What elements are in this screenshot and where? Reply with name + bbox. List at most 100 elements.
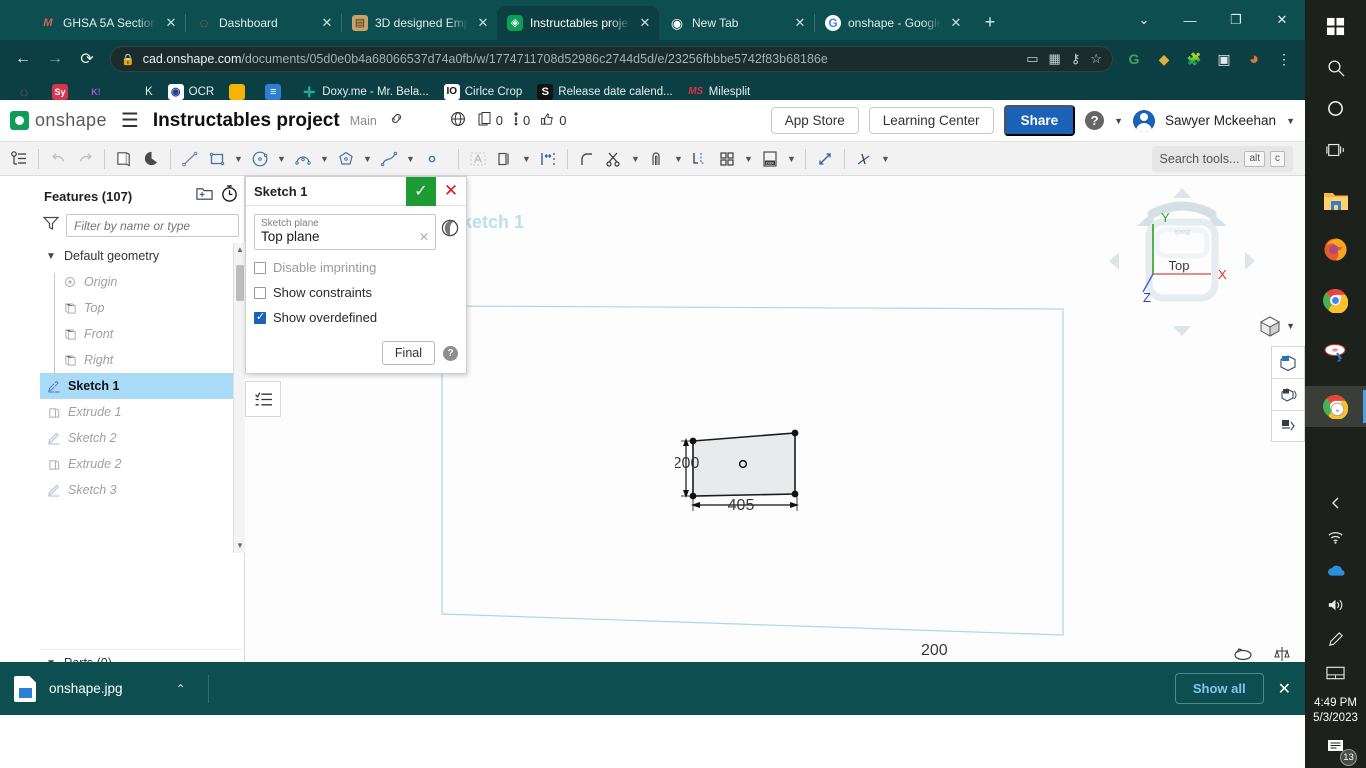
tab-close-icon[interactable]: ✕ (792, 15, 808, 31)
onshape-logo[interactable]: onshape (10, 110, 107, 131)
close-download-bar-icon[interactable]: ✕ (1278, 679, 1291, 699)
feature-item-origin[interactable]: Origin (40, 269, 245, 295)
view-cube[interactable]: Back Y X Z Top (1107, 186, 1257, 336)
extension-icon-g[interactable]: G (1121, 46, 1147, 72)
browser-tab[interactable]: ▤ 3D designed Empir ✕ (342, 6, 497, 40)
constraint-chevron-down-icon[interactable]: ▼ (878, 145, 893, 173)
bookmark-item[interactable]: Sy (46, 82, 79, 102)
spline-tool-icon[interactable] (376, 145, 402, 173)
checkbox-box[interactable] (254, 312, 266, 324)
menu-hamburger-icon[interactable]: ☰ (117, 108, 143, 133)
close-window-button[interactable]: ✕ (1259, 4, 1305, 36)
minimize-button[interactable]: — (1167, 4, 1213, 36)
link-icon[interactable] (387, 111, 406, 130)
show-hidden-icons-chevron[interactable] (1305, 486, 1366, 520)
cortana-icon[interactable] (1305, 88, 1366, 129)
line-tool-icon[interactable] (177, 145, 203, 173)
avatar[interactable] (1133, 110, 1155, 132)
feature-list-toggle-icon[interactable] (6, 145, 32, 173)
bookmark-item[interactable]: ◌ (10, 82, 43, 102)
help-chevron-down-icon[interactable]: ▼ (1114, 116, 1123, 126)
import-chevron-down-icon[interactable]: ▼ (784, 145, 799, 173)
final-button[interactable]: Final (382, 341, 435, 365)
tab-close-icon[interactable]: ✕ (319, 15, 335, 31)
paint-icon[interactable] (1305, 331, 1366, 372)
offset-chevron-down-icon[interactable]: ▼ (671, 145, 686, 173)
tab-close-icon[interactable]: ✕ (637, 15, 653, 31)
spline-chevron-down-icon[interactable]: ▼ (403, 145, 418, 173)
bookmark-item[interactable]: ≡ (259, 82, 292, 102)
browser-tab[interactable]: ◉ New Tab ✕ (659, 6, 814, 40)
feature-item-sketch-1[interactable]: Sketch 1 (40, 373, 245, 399)
share-button[interactable]: Share (1004, 105, 1076, 137)
constraint-tool-icon[interactable] (851, 145, 877, 173)
show-hide-planes-icon[interactable] (1271, 346, 1305, 378)
rectangle-tool-icon[interactable] (204, 145, 230, 173)
redo-icon[interactable] (72, 145, 98, 173)
feature-item-front[interactable]: Front (40, 321, 245, 347)
cast-icon[interactable]: ▭ (1026, 51, 1038, 67)
arc-chevron-down-icon[interactable]: ▼ (317, 145, 332, 173)
user-chevron-down-icon[interactable]: ▼ (1286, 116, 1295, 126)
maximize-button[interactable]: ❐ (1213, 4, 1259, 36)
sketch-edit-icon[interactable] (138, 145, 164, 173)
onedrive-icon[interactable] (1305, 554, 1366, 588)
start-button[interactable] (1305, 6, 1366, 47)
text-tool-icon[interactable] (465, 145, 491, 173)
transform-tool-icon[interactable] (812, 145, 838, 173)
pattern-chevron-down-icon[interactable]: ▼ (741, 145, 756, 173)
feature-item-right[interactable]: Right (40, 347, 245, 373)
trim-tool-icon[interactable] (601, 145, 627, 173)
forward-button[interactable]: → (40, 44, 70, 74)
taskbar-clock[interactable]: 4:49 PM 5/3/2023 (1305, 696, 1366, 726)
bookmark-star-icon[interactable]: ☆ (1090, 51, 1102, 67)
sketch-history-icon[interactable] (440, 218, 460, 238)
circle-tool-icon[interactable] (247, 145, 273, 173)
import-dxf-icon[interactable]: DXF (757, 145, 783, 173)
section-view-icon[interactable] (1271, 378, 1305, 410)
features-filter-input[interactable] (66, 214, 239, 237)
show-all-downloads-button[interactable]: Show all (1175, 673, 1264, 704)
point-tool-icon[interactable] (419, 145, 445, 173)
sketch-entities-list-button[interactable] (245, 381, 281, 417)
feature-item-extrude-2[interactable]: Extrude 2 (40, 451, 245, 477)
bookmark-item[interactable]: IOCirlce Crop (438, 82, 529, 102)
circle-chevron-down-icon[interactable]: ▼ (274, 145, 289, 173)
help-icon[interactable]: ? (1085, 111, 1104, 130)
checkbox-box[interactable] (254, 262, 266, 274)
wifi-icon[interactable] (1305, 520, 1366, 554)
sketch-new-icon[interactable] (111, 145, 137, 173)
bookmark-item[interactable]: K (118, 82, 159, 102)
tab-close-icon[interactable]: ✕ (475, 15, 491, 31)
feature-item-sketch-3[interactable]: Sketch 3 (40, 477, 245, 503)
download-expand-chevron-icon[interactable]: ⌃ (176, 682, 186, 696)
back-button[interactable]: ← (8, 44, 38, 74)
chrome-active-window-icon[interactable]: ∞ (1305, 386, 1366, 427)
extensions-puzzle-icon[interactable]: 🧩 (1181, 46, 1207, 72)
browser-tab-active[interactable]: ◈ Instructables proje ✕ (497, 6, 659, 40)
bookmark-item[interactable]: ✛Doxy.me - Mr. Bela... (295, 82, 435, 102)
like-count[interactable]: 0 (540, 112, 566, 130)
chrome-icon[interactable] (1305, 280, 1366, 321)
cancel-button[interactable]: ✕ (436, 177, 466, 206)
bookmark-item[interactable]: K! (82, 82, 115, 102)
checkbox-show-constraints[interactable]: Show constraints (254, 285, 458, 300)
accept-button[interactable]: ✓ (406, 177, 436, 206)
copy-count[interactable]: 0 (478, 112, 503, 130)
feature-item-top[interactable]: Top (40, 295, 245, 321)
dimension-tool-icon[interactable] (535, 145, 561, 173)
extension-icon-square[interactable]: ▣ (1211, 46, 1237, 72)
mirror-tool-icon[interactable] (492, 145, 518, 173)
new-tab-button[interactable]: + (976, 9, 1004, 37)
add-folder-icon[interactable] (195, 185, 214, 207)
pen-icon[interactable] (1305, 622, 1366, 656)
mirror-chevron-down-icon[interactable]: ▼ (519, 145, 534, 173)
arc-tool-icon[interactable] (290, 145, 316, 173)
dimension-height-label[interactable]: 200 (921, 642, 948, 660)
display-state-control[interactable]: ▼ (1258, 314, 1295, 338)
qr-code-icon[interactable]: ▦ (1049, 51, 1061, 67)
address-bar[interactable]: 🔒 cad.onshape.com/documents/05d0e0b4a680… (110, 46, 1113, 72)
undo-icon[interactable] (45, 145, 71, 173)
fillet-tool-icon[interactable] (574, 145, 600, 173)
checkbox-box[interactable] (254, 287, 266, 299)
